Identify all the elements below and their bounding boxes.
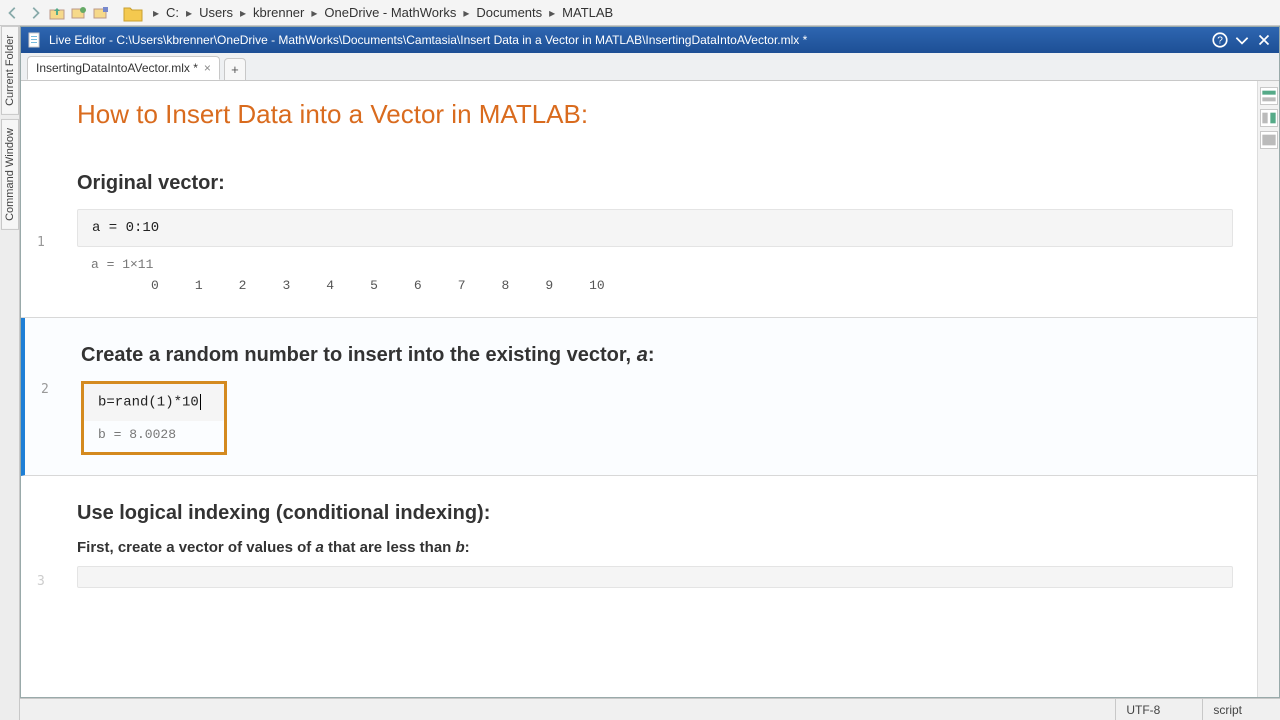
output-header: a = 1×11: [91, 257, 1219, 272]
section-logical-indexing[interactable]: Use logical indexing (conditional indexi…: [21, 476, 1257, 608]
text-cursor: [200, 394, 201, 410]
window-help-button[interactable]: ?: [1211, 31, 1229, 49]
crumb-item[interactable]: MATLAB: [560, 5, 615, 20]
output-val: 4: [326, 278, 334, 293]
nav-forward-button[interactable]: [26, 4, 44, 22]
side-tabs: Current Folder Command Window: [0, 26, 20, 720]
output-val: 0: [151, 278, 159, 293]
live-editor-window: Live Editor - C:\Users\kbrenner\OneDrive…: [20, 26, 1280, 698]
document-tab-label: InsertingDataIntoAVector.mlx *: [36, 61, 198, 75]
chevron-right-icon: ▸: [237, 6, 249, 20]
heading-logical-indexing: Use logical indexing (conditional indexi…: [77, 502, 1233, 525]
window-title: Live Editor - C:\Users\kbrenner\OneDrive…: [49, 33, 807, 47]
status-encoding[interactable]: UTF-8: [1115, 699, 1190, 720]
chevron-right-icon: ▸: [460, 6, 472, 20]
line-number: 1: [37, 235, 45, 250]
chevron-right-icon: ▸: [183, 6, 195, 20]
crumb-item[interactable]: C:: [164, 5, 181, 20]
window-close-button[interactable]: [1255, 31, 1273, 49]
output-mode-strip: [1257, 81, 1279, 697]
code-output: a = 1×11 0 1 2 3 4 5 6 7 8 9 10: [77, 247, 1233, 297]
output-val: 7: [458, 278, 466, 293]
window-menu-button[interactable]: [1233, 31, 1251, 49]
output-val: 9: [545, 278, 553, 293]
section-original-vector[interactable]: How to Insert Data into a Vector in MATL…: [21, 81, 1257, 318]
side-tab-current-folder[interactable]: Current Folder: [1, 26, 19, 115]
output-val: 2: [239, 278, 247, 293]
breadcrumb: ▸ C: ▸ Users ▸ kbrenner ▸ OneDrive - Mat…: [150, 5, 615, 20]
document-tab[interactable]: InsertingDataIntoAVector.mlx * ×: [27, 56, 220, 80]
chevron-right-icon: ▸: [546, 6, 558, 20]
output-val: 6: [414, 278, 422, 293]
output-val: 1: [195, 278, 203, 293]
current-folder-icon[interactable]: [122, 2, 144, 24]
toolstrip-icon-2[interactable]: [92, 4, 110, 22]
new-tab-button[interactable]: +: [224, 58, 246, 80]
toolstrip-icon-1[interactable]: [70, 4, 88, 22]
editor-content[interactable]: How to Insert Data into a Vector in MATL…: [21, 81, 1257, 697]
output-values: 0 1 2 3 4 5 6 7 8 9 10: [91, 272, 1219, 293]
crumb-item[interactable]: Users: [197, 5, 235, 20]
section-description: First, create a vector of values of a th…: [77, 539, 1233, 556]
chevron-right-icon: ▸: [308, 6, 320, 20]
output-inline-button[interactable]: [1260, 87, 1278, 105]
output-right-button[interactable]: [1260, 109, 1278, 127]
close-tab-icon[interactable]: ×: [204, 61, 211, 75]
document-icon: [27, 32, 43, 48]
nav-back-button[interactable]: [4, 4, 22, 22]
line-number: 3: [37, 574, 45, 589]
line-number: 2: [41, 382, 49, 397]
heading-random-number: Create a random number to insert into th…: [81, 344, 1233, 367]
section-random-number[interactable]: Create a random number to insert into th…: [21, 318, 1257, 476]
status-bar: UTF-8 script: [20, 698, 1280, 720]
heading-original-vector: Original vector:: [77, 172, 1233, 195]
up-folder-icon[interactable]: [48, 4, 66, 22]
output-val: 8: [502, 278, 510, 293]
output-hide-button[interactable]: [1260, 131, 1278, 149]
side-tab-command-window[interactable]: Command Window: [1, 119, 19, 230]
output-val: 3: [282, 278, 290, 293]
output-val: 5: [370, 278, 378, 293]
code-output: b = 8.0028: [84, 421, 224, 452]
address-bar: ▸ C: ▸ Users ▸ kbrenner ▸ OneDrive - Mat…: [0, 0, 1280, 26]
output-val: 10: [589, 278, 605, 293]
svg-text:?: ?: [1217, 35, 1223, 46]
code-cell[interactable]: b=rand(1)*10: [84, 384, 224, 421]
crumb-item[interactable]: kbrenner: [251, 5, 306, 20]
window-titlebar[interactable]: Live Editor - C:\Users\kbrenner\OneDrive…: [21, 27, 1279, 53]
status-mode[interactable]: script: [1202, 699, 1272, 720]
page-title: How to Insert Data into a Vector in MATL…: [77, 99, 1233, 130]
crumb-item[interactable]: OneDrive - MathWorks: [322, 5, 458, 20]
editor-body: How to Insert Data into a Vector in MATL…: [21, 81, 1279, 697]
code-cell[interactable]: a = 0:10: [77, 209, 1233, 247]
chevron-right-icon: ▸: [150, 6, 162, 20]
crumb-item[interactable]: Documents: [474, 5, 544, 20]
code-cell[interactable]: [77, 566, 1233, 588]
document-tabstrip: InsertingDataIntoAVector.mlx * × +: [21, 53, 1279, 81]
highlighted-region: b=rand(1)*10 b = 8.0028: [81, 381, 227, 455]
